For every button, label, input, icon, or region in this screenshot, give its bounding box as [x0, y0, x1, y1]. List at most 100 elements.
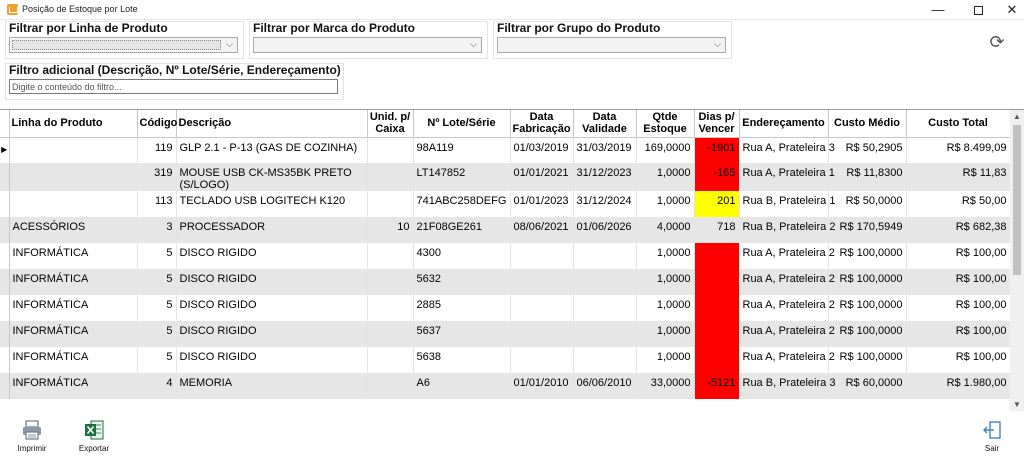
current-row-indicator[interactable]: ▶: [0, 137, 10, 163]
cell-custo-medio[interactable]: R$ 100,0000: [828, 321, 907, 347]
cell-lote[interactable]: 5632: [413, 269, 511, 295]
cell-codigo[interactable]: 5: [137, 347, 177, 373]
cell-custo-total[interactable]: R$ 100,00: [906, 243, 1011, 269]
cell-custo-medio[interactable]: R$ 50,0000: [828, 191, 907, 217]
scroll-up-icon[interactable]: ▲: [1010, 110, 1024, 124]
scroll-down-icon[interactable]: ▼: [1010, 398, 1024, 411]
cell-fabricacao[interactable]: 01/03/2019: [510, 137, 574, 163]
stock-grid[interactable]: Linha do Produto Código Descrição Unid. …: [0, 109, 1024, 411]
cell-fabricacao[interactable]: [510, 347, 574, 373]
cell-custo-medio[interactable]: R$ 100,0000: [828, 295, 907, 321]
cell-validade[interactable]: [573, 295, 637, 321]
cell-linha[interactable]: INFORMÁTICA: [9, 373, 138, 399]
cell-qtde[interactable]: 33,0000: [636, 373, 695, 399]
cell-validade[interactable]: [573, 321, 637, 347]
cell-unid[interactable]: [367, 163, 414, 191]
cell-descricao[interactable]: GLP 2.1 - P-13 (GAS DE COZINHA): [176, 137, 368, 163]
cell-validade[interactable]: 31/12/2024: [573, 191, 637, 217]
cell-descricao[interactable]: MOUSE USB CK-MS35BK PRETO (S/LOGO): [176, 163, 368, 191]
table-row[interactable]: INFORMÁTICA 5 DISCO RIGIDO 4300 1,0000 Rua A,…: [0, 243, 1011, 269]
cell-fabricacao[interactable]: 01/01/2021: [510, 163, 574, 191]
cell-unid[interactable]: [367, 321, 414, 347]
cell-validade[interactable]: 01/06/2026: [573, 217, 637, 243]
refresh-icon[interactable]: ⟳: [987, 32, 1007, 52]
cell-enderecamento[interactable]: Rua A, Prateleira 2: [739, 269, 835, 295]
cell-descricao[interactable]: DISCO RIGIDO: [176, 347, 368, 373]
cell-custo-total[interactable]: R$ 682,38: [906, 217, 1011, 243]
cell-qtde[interactable]: 1,0000: [636, 191, 695, 217]
cell-codigo[interactable]: 113: [137, 191, 177, 217]
cell-enderecamento[interactable]: Rua A, Prateleira 2: [739, 347, 835, 373]
cell-fabricacao[interactable]: [510, 295, 574, 321]
cell-fabricacao[interactable]: 08/06/2021: [510, 217, 574, 243]
row-selector[interactable]: [0, 243, 10, 269]
cell-lote[interactable]: 4300: [413, 243, 511, 269]
cell-fabricacao[interactable]: 01/01/2023: [510, 191, 574, 217]
cell-lote[interactable]: 741ABC258DEFG: [413, 191, 511, 217]
table-row[interactable]: ACESSÓRIOS 3 PROCESSADOR 10 21F08GE261 08/06/…: [0, 217, 1011, 243]
cell-custo-medio[interactable]: R$ 60,0000: [828, 373, 907, 399]
cell-codigo[interactable]: 5: [137, 243, 177, 269]
cell-dias[interactable]: [694, 269, 740, 295]
cell-custo-total[interactable]: R$ 100,00: [906, 347, 1011, 373]
header-validade[interactable]: Data Validade: [573, 110, 637, 138]
cell-unid[interactable]: [367, 269, 414, 295]
cell-validade[interactable]: [573, 347, 637, 373]
cell-unid[interactable]: 10: [367, 217, 414, 243]
cell-linha[interactable]: INFORMÁTICA: [9, 347, 138, 373]
cell-dias[interactable]: [694, 295, 740, 321]
row-selector[interactable]: [0, 347, 10, 373]
cell-descricao[interactable]: DISCO RIGIDO: [176, 269, 368, 295]
cell-qtde[interactable]: 169,0000: [636, 137, 695, 163]
cell-descricao[interactable]: DISCO RIGIDO: [176, 243, 368, 269]
scroll-thumb[interactable]: [1013, 125, 1021, 275]
row-selector[interactable]: [0, 269, 10, 295]
maximize-button[interactable]: [961, 0, 995, 20]
cell-fabricacao[interactable]: 01/01/2010: [510, 373, 574, 399]
cell-custo-medio[interactable]: R$ 11,8300: [828, 163, 907, 191]
cell-linha[interactable]: INFORMÁTICA: [9, 295, 138, 321]
cell-enderecamento[interactable]: Rua B, Prateleira 3: [739, 373, 835, 399]
extra-filter-input[interactable]: [9, 79, 338, 94]
cell-lote[interactable]: 21F08GE261: [413, 217, 511, 243]
header-unid[interactable]: Unid. p/ Caixa: [367, 110, 414, 138]
cell-enderecamento[interactable]: Rua A, Prateleira 2: [739, 243, 835, 269]
header-custo-total[interactable]: Custo Total: [906, 110, 1011, 138]
cell-custo-medio[interactable]: R$ 100,0000: [828, 347, 907, 373]
cell-unid[interactable]: [367, 373, 414, 399]
cell-qtde[interactable]: 1,0000: [636, 347, 695, 373]
cell-dias[interactable]: -5121: [694, 373, 740, 399]
table-row[interactable]: INFORMÁTICA 5 DISCO RIGIDO 5637 1,0000 Rua A,…: [0, 321, 1011, 347]
cell-linha[interactable]: [9, 191, 138, 217]
cell-codigo[interactable]: 4: [137, 373, 177, 399]
export-button[interactable]: Exportar: [74, 419, 114, 453]
cell-lote[interactable]: 98A119: [413, 137, 511, 163]
cell-codigo[interactable]: 5: [137, 295, 177, 321]
cell-dias[interactable]: -1901: [694, 137, 740, 163]
cell-custo-total[interactable]: R$ 100,00: [906, 321, 1011, 347]
cell-descricao[interactable]: TECLADO USB LOGITECH K120: [176, 191, 368, 217]
cell-codigo[interactable]: 119: [137, 137, 177, 163]
table-row[interactable]: INFORMÁTICA 4 MEMORIA A6 01/01/2010 06/06/201…: [0, 373, 1011, 399]
cell-lote[interactable]: 5637: [413, 321, 511, 347]
cell-qtde[interactable]: 4,0000: [636, 217, 695, 243]
cell-unid[interactable]: [367, 137, 414, 163]
cell-dias[interactable]: [694, 321, 740, 347]
row-selector[interactable]: [0, 163, 10, 191]
cell-custo-total[interactable]: R$ 100,00: [906, 295, 1011, 321]
cell-dias[interactable]: [694, 243, 740, 269]
cell-unid[interactable]: [367, 347, 414, 373]
header-codigo[interactable]: Código: [137, 110, 177, 138]
cell-lote[interactable]: LT147852: [413, 163, 511, 191]
table-row[interactable]: INFORMÁTICA 5 DISCO RIGIDO 2885 1,0000 Rua A,…: [0, 295, 1011, 321]
cell-dias[interactable]: [694, 347, 740, 373]
cell-custo-medio[interactable]: R$ 50,2905: [828, 137, 907, 163]
cell-descricao[interactable]: PROCESSADOR: [176, 217, 368, 243]
cell-unid[interactable]: [367, 243, 414, 269]
table-row[interactable]: 319 MOUSE USB CK-MS35BK PRETO (S/LOGO) LT1…: [0, 163, 1011, 191]
header-descricao[interactable]: Descrição: [176, 110, 368, 138]
line-filter-select[interactable]: ⌵: [9, 37, 238, 53]
vertical-scrollbar[interactable]: ▲ ▼: [1010, 110, 1024, 411]
cell-linha[interactable]: ACESSÓRIOS: [9, 217, 138, 243]
cell-dias[interactable]: 718: [694, 217, 740, 243]
